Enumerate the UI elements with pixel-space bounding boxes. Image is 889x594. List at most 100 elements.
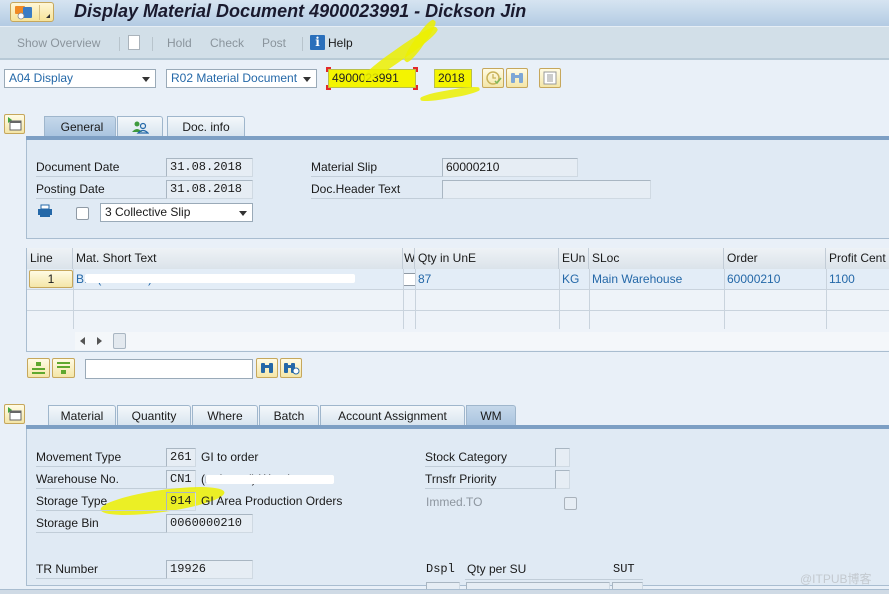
material-slip-field[interactable]: 60000210 <box>442 158 578 177</box>
items-table: Line Mat. Short Text W Qty in UnE EUn SL… <box>26 248 889 352</box>
redaction <box>85 274 355 283</box>
tab-material[interactable]: Material <box>48 405 116 426</box>
storage-type-text: GI Area Production Orders <box>201 494 343 508</box>
posting-date-field[interactable]: 31.08.2018 <box>166 180 253 199</box>
title-bar: Display Material Document 4900023991 - D… <box>0 0 889 26</box>
transfer-priority-label: Trnsfr Priority <box>425 470 555 489</box>
tab-account-assignment[interactable]: Account Assignment <box>320 405 465 426</box>
sut-column-label: SUT <box>613 562 635 576</box>
menu-button-separator <box>39 5 40 20</box>
find-button[interactable] <box>506 68 528 88</box>
find-next-button[interactable] <box>280 358 302 378</box>
chevron-down-icon <box>303 77 311 82</box>
tab-general[interactable]: General <box>44 116 116 137</box>
table-row[interactable]: 1 B... (redacted) 87 KG Main Warehouse 6… <box>27 269 889 290</box>
dspl-column-label: Dspl <box>426 562 455 576</box>
print-version-value: 3 Collective Slip <box>105 205 191 219</box>
cell-profit-center: 1100 <box>829 272 855 286</box>
tr-number-field[interactable]: 19926 <box>166 560 253 579</box>
column-divider <box>73 269 74 329</box>
new-document-icon[interactable] <box>128 35 140 50</box>
storage-type-field[interactable]: 914 <box>166 492 196 511</box>
column-header-sloc[interactable]: SLoc <box>589 248 724 269</box>
column-divider <box>724 269 725 329</box>
scroll-right-icon[interactable] <box>97 337 102 345</box>
printer-icon[interactable] <box>37 204 53 218</box>
focus-corner <box>413 67 418 72</box>
tab-doc-info[interactable]: Doc. info <box>167 116 245 137</box>
horizontal-scrollbar[interactable] <box>75 332 889 350</box>
scroll-thumb[interactable] <box>113 333 126 349</box>
reference-dropdown-value: R02 Material Document <box>171 71 298 85</box>
execute-button[interactable] <box>482 68 504 88</box>
cell-qty: 87 <box>418 272 432 286</box>
line-select-button[interactable]: 1 <box>29 270 73 288</box>
movement-type-label: Movement Type <box>36 448 166 467</box>
toolbar-separator <box>119 37 120 51</box>
item-detail-expand-button[interactable] <box>4 404 25 424</box>
binoculars-plus-icon <box>284 363 300 375</box>
table-row[interactable] <box>27 311 889 332</box>
action-dropdown[interactable]: A04 Display <box>4 69 156 88</box>
system-menu-button[interactable] <box>10 2 54 22</box>
storage-bin-field[interactable]: 0060000210 <box>166 514 253 533</box>
column-header-qty[interactable]: Qty in UnE <box>415 248 559 269</box>
chevron-down-icon <box>239 211 247 216</box>
stock-category-field[interactable] <box>555 448 570 467</box>
table-columns-icon <box>543 71 557 85</box>
header-expand-button[interactable] <box>4 114 25 134</box>
scroll-left-icon[interactable] <box>80 337 85 345</box>
doc-header-text-field[interactable] <box>442 180 651 199</box>
tr-number-label: TR Number <box>36 560 166 579</box>
tab-partner[interactable] <box>117 116 163 137</box>
binoculars-icon <box>261 363 273 373</box>
column-divider <box>559 269 560 329</box>
show-overview-button[interactable]: Show Overview <box>17 36 100 50</box>
column-header-line[interactable]: Line <box>27 248 73 269</box>
print-version-dropdown[interactable]: 3 Collective Slip <box>100 203 253 222</box>
table-search-input[interactable] <box>85 359 253 379</box>
column-divider <box>589 269 590 329</box>
delete-row-button[interactable] <box>52 358 75 378</box>
help-button[interactable]: Help <box>328 36 353 50</box>
sap-menu-icon <box>15 6 32 20</box>
action-dropdown-value: A04 Display <box>9 71 74 85</box>
tab-quantity[interactable]: Quantity <box>117 405 191 426</box>
immed-to-checkbox[interactable] <box>564 497 577 510</box>
application-toolbar: Show Overview Hold Check Post i Help <box>0 26 889 60</box>
cell-order: 60000210 <box>727 272 781 286</box>
column-header-eun[interactable]: EUn <box>559 248 589 269</box>
year-input[interactable]: 2018 <box>434 69 472 88</box>
hold-button[interactable]: Hold <box>167 36 192 50</box>
column-header-profit-center[interactable]: Profit Cent <box>826 248 889 269</box>
columns-button[interactable] <box>539 68 561 88</box>
movement-type-field[interactable]: 261 <box>166 448 196 467</box>
reference-dropdown[interactable]: R02 Material Document <box>166 69 317 88</box>
qty-per-su-column-label: Qty per SU <box>467 562 527 576</box>
panel-top-border <box>26 425 889 429</box>
tab-batch[interactable]: Batch <box>259 405 319 426</box>
post-button[interactable]: Post <box>262 36 286 50</box>
toolbar-separator <box>152 37 153 51</box>
transfer-priority-field[interactable] <box>555 470 570 489</box>
print-checkbox[interactable] <box>76 207 89 220</box>
tab-wm[interactable]: WM <box>466 405 516 426</box>
document-date-field[interactable]: 31.08.2018 <box>166 158 253 177</box>
help-info-icon[interactable]: i <box>310 35 325 50</box>
table-row[interactable] <box>27 290 889 311</box>
expand-panel-icon <box>8 117 22 131</box>
binoculars-icon <box>511 73 523 83</box>
watermark: @ITPUB博客 <box>800 572 872 586</box>
warehouse-no-label: Warehouse No. <box>36 470 166 489</box>
check-button[interactable]: Check <box>210 36 244 50</box>
tab-where[interactable]: Where <box>192 405 258 426</box>
immed-to-label: Immed.TO <box>426 495 483 509</box>
column-header-mat-short-text[interactable]: Mat. Short Text <box>73 248 403 269</box>
cell-eun: KG <box>562 272 580 286</box>
insert-row-icon <box>32 362 45 374</box>
find-in-table-button[interactable] <box>256 358 278 378</box>
column-header-order[interactable]: Order <box>724 248 826 269</box>
document-date-label: Document Date <box>36 158 166 177</box>
column-header-w[interactable]: W <box>403 248 415 269</box>
insert-row-button[interactable] <box>27 358 50 378</box>
